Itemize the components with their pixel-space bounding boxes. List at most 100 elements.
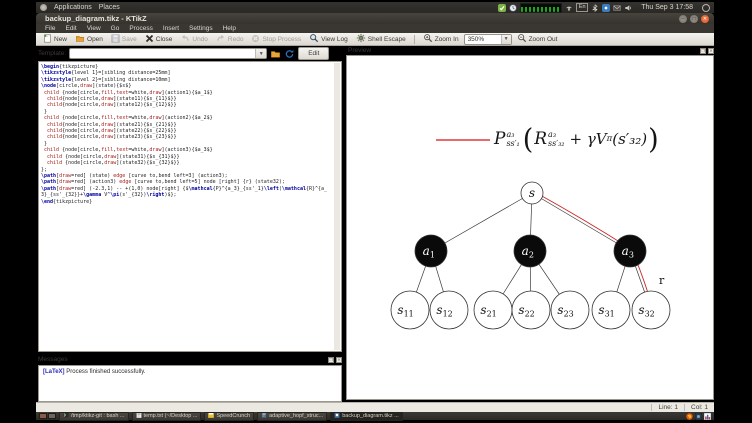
gnome-top-panel: Applications Places En Thu Sep 3 17:58 — [36, 2, 714, 13]
terminal-icon — [62, 412, 70, 420]
zoom-out-button[interactable]: Zoom Out — [514, 32, 561, 46]
gnome-taskbar: /tmp/ktikz-git : bash ... temp.txt (~/Des… — [36, 411, 714, 421]
maximize-button[interactable]: □ — [690, 14, 698, 23]
new-button[interactable]: New — [40, 33, 70, 46]
places-menu[interactable]: Places — [99, 4, 120, 11]
bluetooth-icon[interactable] — [591, 3, 599, 12]
menu-view[interactable]: View — [82, 25, 106, 32]
session-gear-icon[interactable] — [702, 3, 710, 12]
zoom-level-combobox[interactable]: 350% ▼ — [463, 33, 512, 45]
close-window-button[interactable]: ✕ — [701, 14, 709, 23]
time-tracker-icon[interactable] — [509, 3, 517, 12]
chevron-down-icon[interactable]: ▼ — [500, 34, 511, 44]
close-icon — [145, 34, 154, 45]
tikz-document-icon — [334, 412, 340, 420]
preview-dock-titlebar: Preview ❐ ✕ — [348, 46, 714, 55]
workspace-switcher[interactable] — [39, 413, 56, 419]
latex-message: Process finished successfully. — [64, 369, 146, 375]
editor-scrollbar[interactable] — [334, 63, 340, 350]
shell-escape-button[interactable]: Shell Escape — [353, 32, 409, 46]
menu-insert[interactable]: Insert — [158, 25, 184, 32]
window-title: backup_diagram.tikz - KTikZ — [45, 14, 147, 23]
template-combobox[interactable]: ▼ — [69, 48, 268, 59]
undo-button: Undo — [177, 33, 211, 46]
p-sup: a₃ — [506, 130, 515, 139]
keyboard-layout-icon[interactable]: En — [576, 3, 589, 12]
preview-title: Preview — [348, 47, 372, 54]
code-line: \end{tikzpicture} — [41, 198, 93, 205]
open-button[interactable]: Open — [72, 33, 106, 46]
app-dark-icon[interactable] — [695, 412, 702, 420]
open-icon — [75, 34, 85, 45]
chart-icon[interactable] — [704, 412, 711, 420]
updates-check-icon[interactable] — [498, 3, 507, 12]
taskbar-item[interactable]: SpeedCrunch — [204, 411, 255, 421]
code-line: \path[draw=red] (-2.3,1) -- +(1,0) node[… — [41, 185, 328, 199]
template-open-folder-icon[interactable] — [270, 48, 281, 59]
messages-title: Messages — [38, 356, 68, 363]
zoom-in-button[interactable]: Zoom In — [420, 32, 462, 46]
new-icon — [43, 33, 52, 45]
menu-file[interactable]: File — [40, 25, 60, 32]
applications-menu[interactable]: Applications — [54, 4, 92, 11]
chevron-down-icon[interactable]: ▼ — [255, 49, 267, 58]
dock-float-icon[interactable]: ❐ — [328, 356, 334, 363]
taskbar-item[interactable]: temp.txt (~/Desktop ... — [131, 411, 202, 421]
template-value — [70, 49, 255, 58]
zoomin-icon — [423, 33, 433, 45]
system-monitor-graph-icon[interactable] — [520, 2, 563, 13]
zoomout-icon — [517, 33, 527, 45]
r-sup: a₃ — [548, 130, 557, 139]
menu-go[interactable]: Go — [106, 25, 125, 32]
menu-help[interactable]: Help — [218, 25, 241, 32]
formula-red-line — [436, 139, 490, 141]
view-log-button[interactable]: View Log — [306, 32, 351, 46]
distributor-logo-icon[interactable] — [40, 4, 47, 11]
close-paren: ) — [648, 122, 659, 156]
latex-tag: [LaTeX] — [43, 369, 65, 375]
formula-mid: + γV — [569, 130, 607, 148]
script-P: P — [494, 129, 506, 149]
template-label: Template: — [38, 50, 67, 57]
menu-process[interactable]: Process — [124, 25, 157, 32]
network-icon[interactable] — [565, 4, 573, 12]
firefox-icon[interactable] — [686, 412, 693, 420]
redo-button: Redo — [213, 33, 247, 46]
messaging-icon[interactable] — [602, 3, 611, 12]
viewlog-icon — [309, 33, 319, 45]
text-file-icon — [135, 412, 142, 420]
volume-icon[interactable] — [624, 4, 632, 12]
save-icon — [111, 33, 120, 45]
menu-edit[interactable]: Edit — [60, 25, 81, 32]
document-icon — [261, 412, 267, 420]
calculator-icon — [208, 412, 215, 420]
template-reload-icon[interactable] — [284, 48, 295, 59]
code-editor[interactable]: \begin{tikzpicture} \tikzstyle{level 1}=[… — [38, 61, 342, 352]
redo-icon — [216, 34, 226, 45]
backup-path-red-edge — [532, 190, 632, 250]
dock-float-icon[interactable]: ❐ — [700, 47, 706, 54]
r-sub: ss′₃₂ — [548, 139, 565, 148]
workspace-1[interactable] — [39, 413, 47, 419]
minimize-button[interactable]: – — [679, 14, 687, 23]
toolbar: New Open Save Close Undo Redo Stop Process View… — [36, 33, 714, 46]
reward-label: r — [659, 274, 665, 287]
dock-close-icon[interactable]: ✕ — [708, 47, 714, 54]
gear-icon — [356, 33, 366, 45]
desktop: Applications Places En Thu Sep 3 17:58 b… — [36, 2, 714, 421]
preview-pane[interactable]: s a1 a2 a3 s11 s12 s21 s22 s23 s31 s32 r Pa₃ ss′₁(Ra… — [346, 55, 714, 400]
taskbar-item[interactable]: backup_diagram.tikz ... — [330, 411, 403, 421]
save-button: Save — [108, 33, 140, 46]
dock-close-icon[interactable]: ✕ — [336, 356, 342, 363]
stop-process-button: Stop Process — [248, 33, 304, 46]
taskbar-item[interactable]: adaptive_hopf_struc... — [257, 411, 328, 421]
panel-clock[interactable]: Thu Sep 3 17:58 — [641, 4, 693, 11]
template-edit-button[interactable]: Edit — [298, 47, 330, 60]
status-line: Line: 1 — [651, 404, 684, 411]
mail-icon[interactable] — [613, 4, 621, 12]
stop-icon — [251, 34, 260, 45]
workspace-2[interactable] — [48, 413, 56, 419]
close-button[interactable]: Close — [142, 33, 176, 46]
taskbar-item[interactable]: /tmp/ktikz-git : bash ... — [59, 411, 129, 421]
menu-settings[interactable]: Settings — [184, 25, 218, 32]
